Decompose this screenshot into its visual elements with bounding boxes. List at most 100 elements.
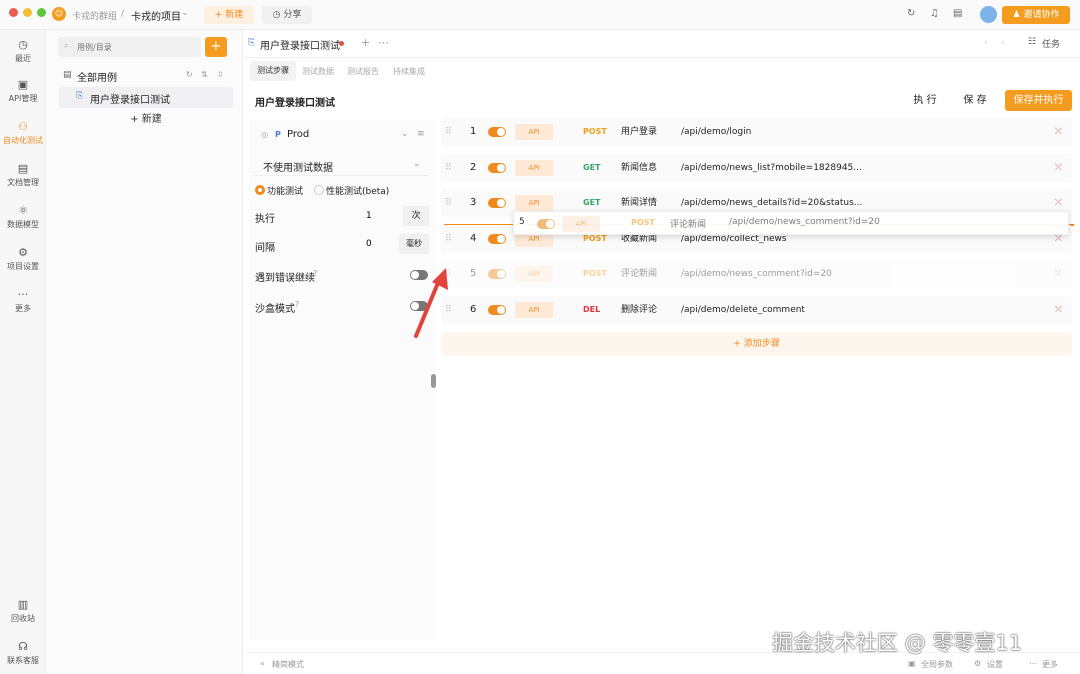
env-selector[interactable]: ◎ P Prod ⌄ ≡: [253, 124, 431, 146]
help-icon[interactable]: ?: [295, 300, 299, 309]
drag-handle-icon[interactable]: ⠿: [445, 154, 452, 182]
radio-performance[interactable]: [314, 185, 324, 195]
unlink-icon[interactable]: ⤫: [1055, 296, 1062, 324]
ghost-toggle: [537, 219, 555, 229]
nav-support[interactable]: ☊ 联系客服: [0, 640, 46, 666]
env-badge: P: [275, 130, 281, 139]
step-enable-toggle[interactable]: [488, 198, 506, 208]
minimize-window-button[interactable]: [23, 8, 32, 17]
tab-test-data[interactable]: 测试数据: [302, 66, 334, 77]
add-case-button[interactable]: +: [205, 37, 227, 57]
nav-automation-testing[interactable]: ⚇ 自动化测试: [0, 120, 46, 146]
step-enable-toggle[interactable]: [488, 269, 506, 279]
drag-handle-icon[interactable]: ⠿: [445, 118, 452, 146]
more-icon: ⋯: [1029, 659, 1037, 668]
tab-test-report[interactable]: 测试报告: [347, 66, 379, 77]
ghost-path: /api/demo/news_comment?id=20: [729, 217, 880, 227]
step-row-dragging[interactable]: ⠿ 5 API POST 评论新闻 /api/demo/news_comment…: [441, 260, 1072, 288]
help-icon[interactable]: ?: [313, 269, 317, 278]
tab-menu-icon[interactable]: ⋯: [378, 36, 389, 49]
step-enable-toggle[interactable]: [488, 305, 506, 315]
case-icon: ⎘: [76, 91, 84, 101]
step-number: 2: [470, 162, 477, 173]
tasks-icon[interactable]: ☷: [1028, 37, 1036, 47]
menu-icon[interactable]: ≡: [417, 129, 425, 139]
step-number: 4: [470, 233, 477, 244]
compact-icon[interactable]: «: [260, 659, 265, 668]
team-avatar-icon: ☺: [52, 7, 66, 21]
close-window-button[interactable]: [9, 8, 18, 17]
tree-new-button[interactable]: + 新建: [59, 109, 233, 131]
global-params[interactable]: 全局参数: [921, 659, 953, 670]
search-input[interactable]: [75, 39, 195, 55]
sort-icon[interactable]: ⇅: [201, 70, 208, 79]
case-tree-panel: ⌕ + ▤ 全部用例 ↻ ⇅ ⇳ ⎘ 用户登录接口测试 + 新建: [47, 30, 243, 674]
continue-on-error-label: 遇到错误继续: [255, 273, 315, 284]
step-enable-toggle[interactable]: [488, 163, 506, 173]
interval-input[interactable]: [364, 234, 402, 254]
tab-back-icon[interactable]: ‹: [984, 38, 988, 48]
sync-icon[interactable]: ↻: [907, 8, 915, 19]
test-data-select[interactable]: 不使用测试数据 ⌄: [253, 154, 429, 176]
maximize-window-button[interactable]: [37, 8, 46, 17]
radio-performance-label[interactable]: 性能测试(beta): [326, 184, 389, 197]
step-path: /api/demo/news_list?mobile=1828945...: [681, 163, 862, 173]
search-box[interactable]: ⌕: [58, 37, 201, 57]
exec-count-input[interactable]: [364, 206, 402, 226]
run-button[interactable]: 执 行: [905, 91, 945, 111]
unlink-icon[interactable]: ⤫: [1055, 154, 1062, 182]
nav-trash[interactable]: ▥ 回收站: [0, 598, 46, 624]
chevron-down-icon[interactable]: ⌄: [181, 8, 189, 18]
unlink-icon[interactable]: ⤫: [1055, 260, 1062, 288]
nav-project-settings[interactable]: ⚙ 项目设置: [0, 246, 46, 272]
team-name[interactable]: 卡戎的群组: [72, 9, 117, 22]
panel-resize-handle[interactable]: [431, 374, 436, 388]
tab-test-steps[interactable]: 测试步骤: [250, 61, 296, 81]
unlink-icon[interactable]: ⤫: [1055, 118, 1062, 146]
watermark: 掘金技术社区 @ 零零壹11: [772, 631, 1023, 655]
nav-more[interactable]: ··· 更多: [0, 288, 46, 314]
save-button[interactable]: 保 存: [955, 91, 995, 111]
project-name[interactable]: 卡戎的项目: [131, 8, 181, 23]
invite-button[interactable]: ♟ 邀请协作: [1002, 6, 1070, 24]
nav-api-management[interactable]: ▣ API管理: [0, 78, 46, 104]
share-button[interactable]: ◷ 分享: [262, 6, 312, 24]
add-tab-icon[interactable]: +: [361, 36, 370, 49]
drag-ghost: 5 API POST 评论新闻 /api/demo/news_comment?i…: [513, 211, 1069, 235]
step-enable-toggle[interactable]: [488, 127, 506, 137]
save-and-run-button[interactable]: 保存并执行: [1005, 90, 1072, 111]
env-label: Prod: [287, 129, 310, 140]
collapse-icon[interactable]: ⇳: [217, 70, 224, 79]
radio-functional-label[interactable]: 功能测试: [267, 184, 303, 197]
tree-item-selected[interactable]: ⎘ 用户登录接口测试: [59, 87, 233, 108]
compact-mode[interactable]: 精简模式: [272, 659, 304, 670]
tasks-label[interactable]: 任务: [1042, 37, 1060, 50]
drag-handle-icon[interactable]: ⠿: [445, 225, 452, 253]
message-icon[interactable]: ▤: [953, 8, 962, 19]
settings-link[interactable]: 设置: [987, 659, 1003, 670]
sidebar: ◷ 最近 ▣ API管理 ⚇ 自动化测试 ▤ 文档管理 ⚛ 数据模型 ⚙ 项目设置 ··· 更…: [0, 30, 46, 674]
tab-forward-icon[interactable]: ›: [1001, 38, 1005, 48]
step-row[interactable]: ⠿ 2 API GET 新闻信息 /api/demo/news_list?mob…: [441, 154, 1072, 182]
nav-document-management[interactable]: ▤ 文档管理: [0, 162, 46, 188]
tab-ci[interactable]: 持续集成: [393, 66, 425, 77]
bell-icon[interactable]: ♫: [930, 8, 939, 19]
refresh-icon[interactable]: ↻: [186, 70, 193, 79]
step-row[interactable]: ⠿ 1 API POST 用户登录 /api/demo/login ⤫: [441, 118, 1072, 146]
add-step-button[interactable]: + 添加步骤: [441, 332, 1072, 356]
tab-title[interactable]: 用户登录接口测试: [260, 37, 340, 52]
nav-recent[interactable]: ◷ 最近: [0, 38, 46, 64]
new-button[interactable]: + 新建: [204, 6, 254, 24]
step-enable-toggle[interactable]: [488, 234, 506, 244]
plus-icon: +: [214, 10, 226, 20]
nav-data-model[interactable]: ⚛ 数据模型: [0, 204, 46, 230]
drag-handle-icon[interactable]: ⠿: [445, 189, 452, 217]
ghost-name: 评论新闻: [670, 220, 707, 230]
radio-functional[interactable]: [255, 185, 265, 195]
sandbox-mode-label: 沙盒模式: [255, 304, 295, 315]
tree-root[interactable]: 全部用例: [77, 69, 117, 84]
user-avatar[interactable]: [980, 6, 997, 23]
more-link[interactable]: 更多: [1042, 659, 1058, 670]
step-row[interactable]: ⠿ 6 API DEL 删除评论 /api/demo/delete_commen…: [441, 296, 1072, 324]
search-icon: ⌕: [64, 41, 69, 50]
